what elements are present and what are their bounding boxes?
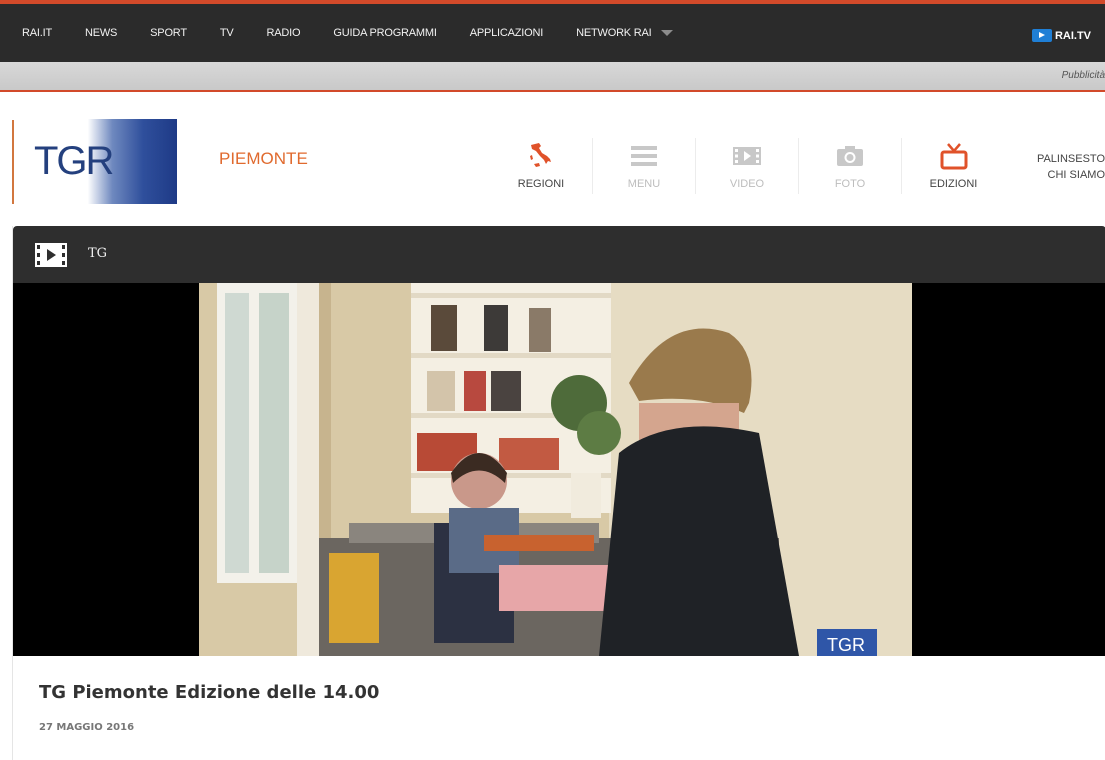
video-watermark: TGR bbox=[827, 635, 865, 655]
network-rai-label: NETWORK RAI bbox=[576, 27, 652, 39]
video-card-header: TG bbox=[13, 226, 1105, 283]
raitv-link[interactable]: RAI.TV bbox=[1031, 29, 1091, 42]
nav-menu-label: MENU bbox=[627, 178, 661, 190]
video-icon bbox=[732, 142, 762, 175]
raitv-label: RAI.TV bbox=[1054, 29, 1091, 42]
palinsesto-link[interactable]: PALINSESTO bbox=[1037, 151, 1105, 167]
top-nav-rai-it[interactable]: RAI.IT bbox=[22, 27, 52, 39]
video-player[interactable]: TGR bbox=[13, 283, 1105, 656]
nav-video-label: VIDEO bbox=[729, 178, 765, 190]
italy-map-icon bbox=[528, 142, 554, 177]
video-frame: TGR bbox=[199, 283, 912, 656]
video-title[interactable]: TG Piemonte Edizione delle 14.00 bbox=[39, 682, 379, 703]
menu-icon bbox=[630, 142, 658, 175]
nav-menu[interactable]: MENU bbox=[593, 138, 696, 194]
top-nav-menu: RAI.IT NEWS SPORT TV RADIO GUIDA PROGRAM… bbox=[22, 27, 706, 39]
nav-foto-label: FOTO bbox=[834, 178, 866, 190]
rai-top-nav: RAI.IT NEWS SPORT TV RADIO GUIDA PROGRAM… bbox=[0, 0, 1105, 62]
chevron-down-icon bbox=[660, 30, 673, 36]
logo-accent-line bbox=[12, 120, 14, 204]
tv-icon bbox=[939, 142, 969, 177]
top-nav-applicazioni[interactable]: APPLICAZIONI bbox=[470, 27, 544, 39]
ad-banner: Pubblicità bbox=[0, 62, 1105, 92]
nav-edizioni-label: EDIZIONI bbox=[929, 178, 978, 190]
header-links: PALINSESTO CHI SIAMO bbox=[1037, 151, 1105, 183]
camera-icon bbox=[835, 142, 865, 175]
video-icon bbox=[35, 243, 67, 272]
play-icon bbox=[1031, 29, 1052, 42]
video-date: 27 MAGGIO 2016 bbox=[39, 722, 135, 733]
chi-siamo-link[interactable]: CHI SIAMO bbox=[1037, 167, 1105, 183]
top-nav-tv[interactable]: TV bbox=[220, 27, 234, 39]
top-nav-news[interactable]: NEWS bbox=[85, 27, 117, 39]
nav-edizioni[interactable]: EDIZIONI bbox=[902, 138, 1005, 194]
ad-label: Pubblicità bbox=[1061, 70, 1105, 81]
section-nav: REGIONI MENU VIDEO FOTO EDIZIONI bbox=[490, 138, 1005, 194]
video-card: TG TGR TG Piemonte Edizione delle 14.00 … bbox=[12, 226, 1105, 760]
tgr-logo[interactable]: TGR bbox=[23, 119, 177, 204]
nav-regioni[interactable]: REGIONI bbox=[490, 138, 593, 194]
tgr-header: TGR PIEMONTE REGIONI MENU VIDEO FOTO EDI… bbox=[0, 92, 1105, 212]
top-nav-radio[interactable]: RADIO bbox=[267, 27, 301, 39]
nav-video[interactable]: VIDEO bbox=[696, 138, 799, 194]
top-nav-network-rai[interactable]: NETWORK RAI bbox=[576, 27, 673, 39]
nav-foto[interactable]: FOTO bbox=[799, 138, 902, 194]
region-title[interactable]: PIEMONTE bbox=[219, 149, 308, 169]
video-card-category: TG bbox=[88, 246, 108, 261]
top-nav-sport[interactable]: SPORT bbox=[150, 27, 187, 39]
tgr-logo-text: TGR bbox=[34, 139, 114, 183]
top-nav-guida-programmi[interactable]: GUIDA PROGRAMMI bbox=[333, 27, 437, 39]
nav-regioni-label: REGIONI bbox=[517, 178, 565, 190]
